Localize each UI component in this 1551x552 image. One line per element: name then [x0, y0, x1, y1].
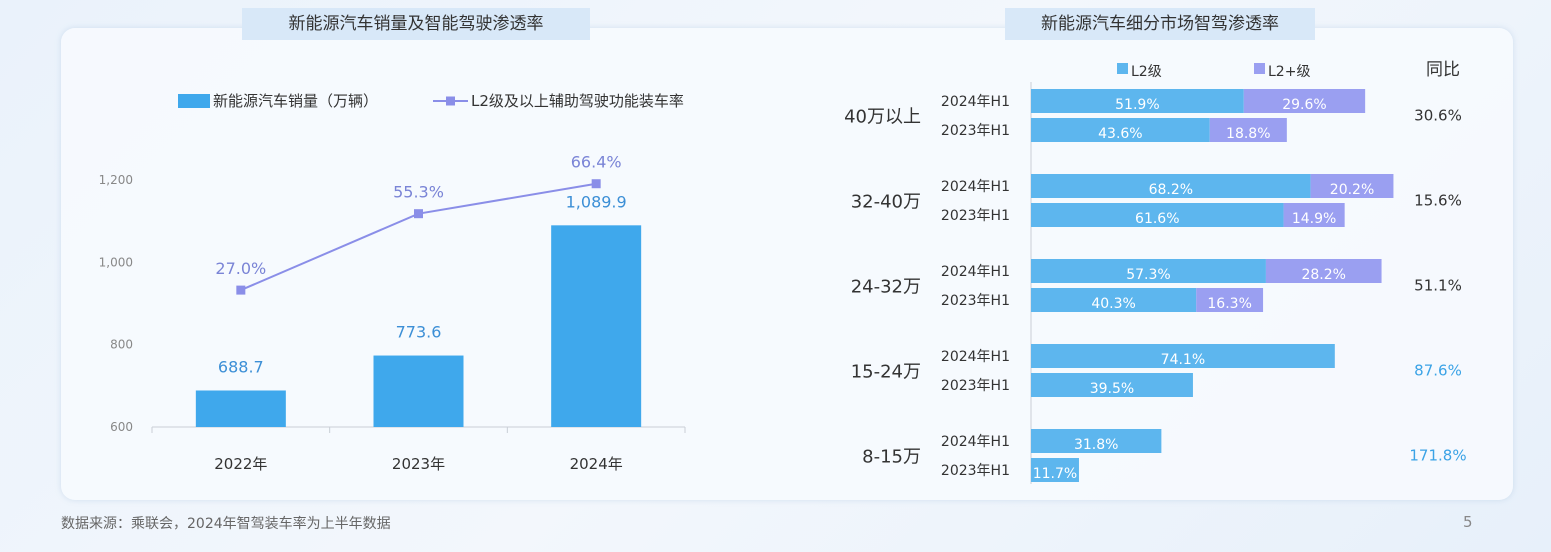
legend-bar-swatch	[178, 94, 210, 108]
right-chart-title: 新能源汽车细分市场智驾渗透率	[1005, 8, 1315, 40]
y-tick-label: 600	[110, 420, 133, 434]
sales-bar	[195, 390, 286, 427]
legend-line-marker	[446, 96, 455, 106]
penetration-marker	[591, 179, 601, 189]
sales-bar	[551, 225, 642, 427]
y-tick-label: 1,200	[99, 173, 133, 187]
x-tick-label: 2023年	[392, 455, 445, 473]
line-data-label: 55.3%	[393, 183, 444, 202]
bar-data-label: 773.6	[396, 323, 442, 342]
line-data-label: 27.0%	[215, 259, 266, 278]
y-tick-label: 800	[110, 338, 133, 352]
bar-data-label: 1,089.9	[566, 192, 627, 211]
page-number: 5	[1463, 513, 1473, 531]
penetration-marker	[414, 209, 423, 219]
penetration-marker	[236, 285, 246, 295]
legend-bar-label: 新能源汽车销量（万辆）	[213, 92, 378, 110]
y-tick-label: 1,000	[99, 255, 133, 269]
x-tick-label: 2022年	[214, 455, 267, 473]
bar-data-label: 688.7	[218, 357, 264, 376]
line-data-label: 66.4%	[571, 153, 622, 172]
sales-bar	[373, 355, 464, 427]
legend-line-label: L2级及以上辅助驾驶功能装车率	[471, 92, 684, 110]
x-tick-label: 2024年	[570, 455, 623, 473]
data-source-footnote: 数据来源：乘联会，2024年智驾装车率为上半年数据	[61, 516, 391, 532]
sales-penetration-chart: 600 800 1,000 1,200 688.7 2022年 773.6 2023年 1,08…	[99, 92, 686, 473]
